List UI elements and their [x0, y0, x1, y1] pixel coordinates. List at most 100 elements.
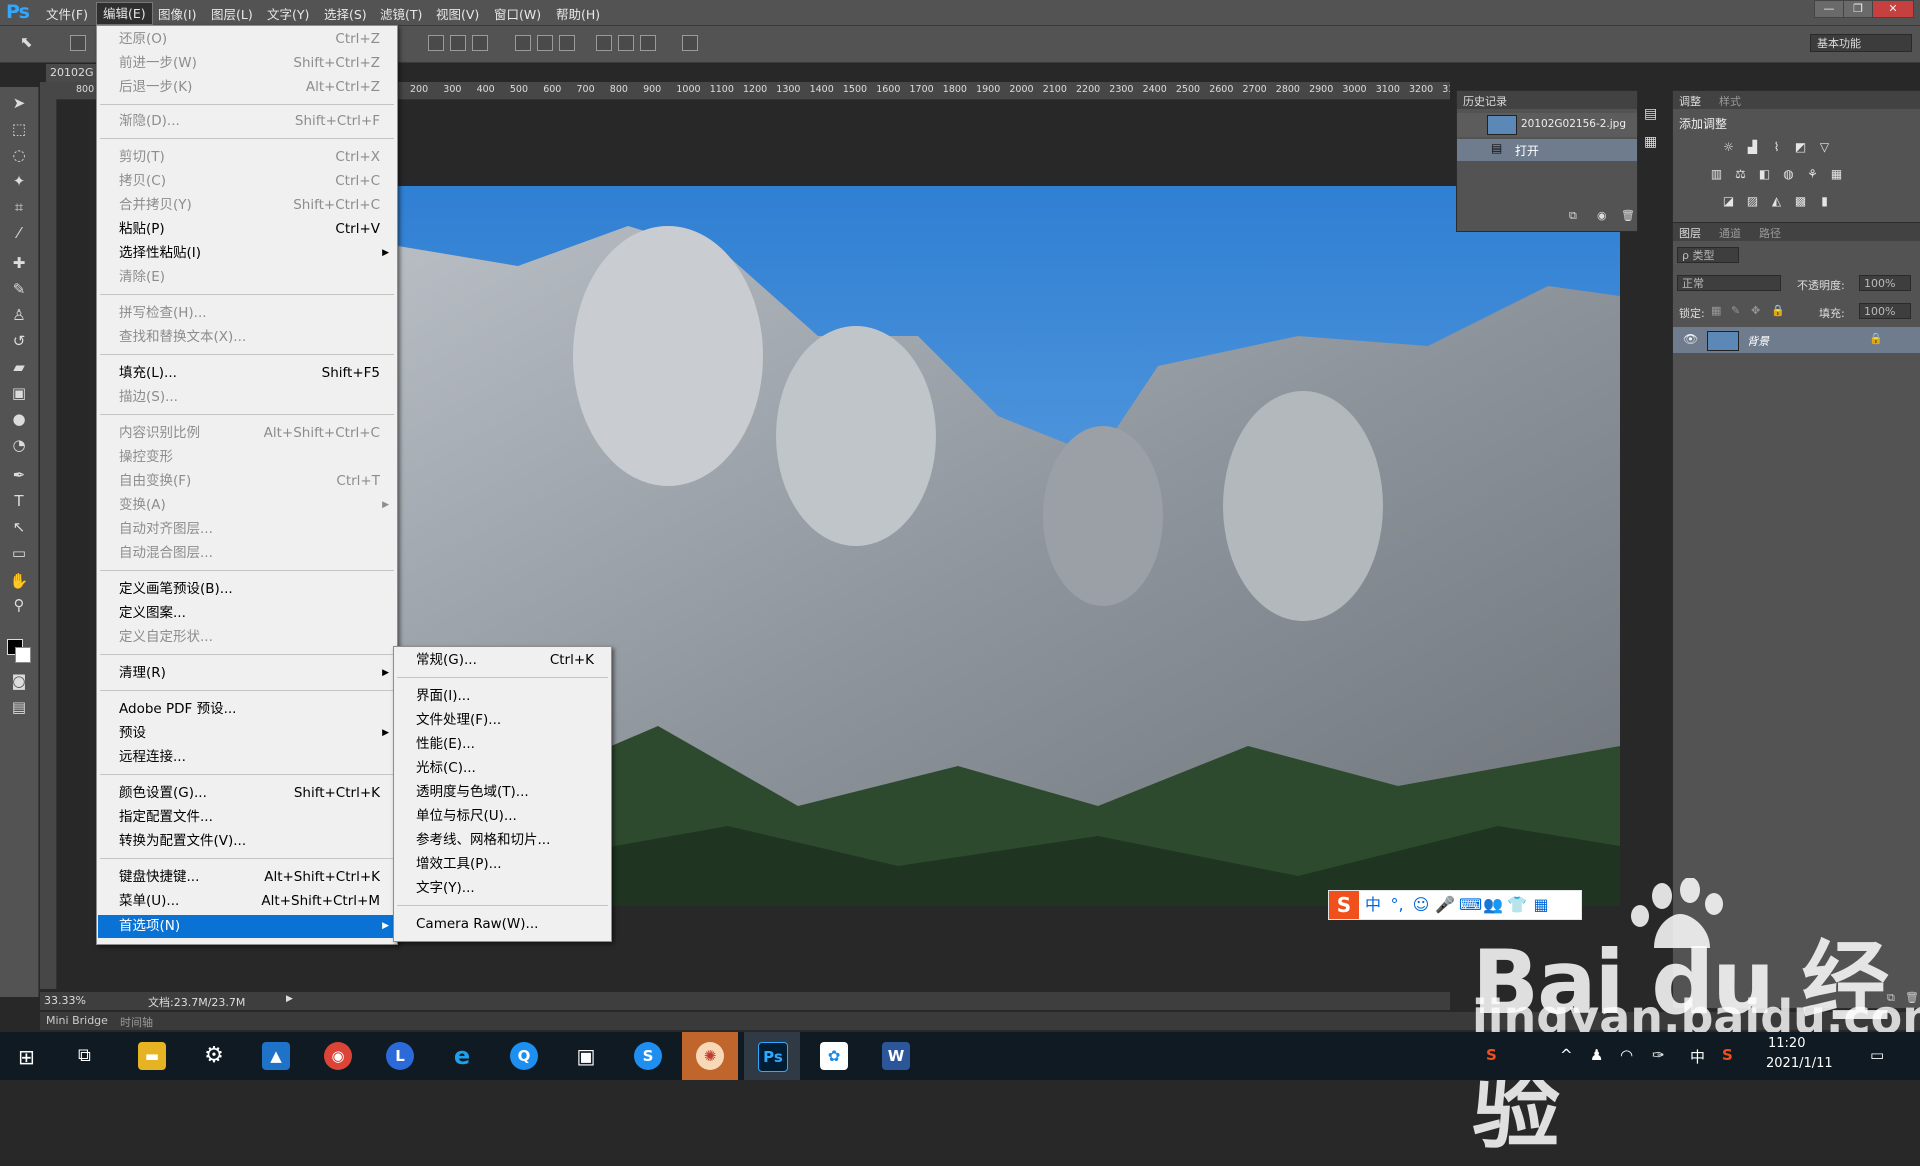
- camera-snapshot-icon[interactable]: ◉: [1597, 209, 1607, 222]
- blur-tool-icon[interactable]: ●: [9, 409, 29, 429]
- menu-item-paste-special[interactable]: 选择性粘贴(I) ▶: [98, 242, 396, 265]
- distribute-right-icon[interactable]: [640, 35, 656, 51]
- photo-filter-icon[interactable]: ◍: [1781, 168, 1796, 181]
- workspace-select[interactable]: 基本功能: [1810, 34, 1912, 52]
- clock-time[interactable]: 11:20: [1768, 1036, 1805, 1051]
- taskbar-app-settings[interactable]: ⚙: [186, 1032, 242, 1080]
- taskbar-app-ie[interactable]: e: [434, 1032, 490, 1080]
- menu-item-copy-merged[interactable]: 合并拷贝(Y) Shift+Ctrl+C: [98, 194, 396, 217]
- taskbar-app-explorer[interactable]: ▬: [124, 1032, 180, 1080]
- move-tool-icon[interactable]: ⬉: [20, 33, 33, 51]
- menu-filter[interactable]: 滤镜(T): [380, 4, 422, 23]
- menu-window[interactable]: 窗口(W): [494, 4, 541, 23]
- lock-all-icon[interactable]: 🔒: [1771, 304, 1785, 317]
- eyedropper-icon[interactable]: ⁄: [9, 223, 29, 243]
- posterize-icon[interactable]: ▨: [1745, 195, 1760, 208]
- tab-paths[interactable]: 路径: [1759, 225, 1781, 241]
- pref-item-cursors[interactable]: 光标(C)...: [395, 757, 610, 780]
- color-balance-icon[interactable]: ⚖: [1733, 168, 1748, 181]
- levels-icon[interactable]: ▟: [1745, 141, 1760, 154]
- sogou-ime-tray-icon[interactable]: S: [1722, 1046, 1733, 1064]
- menu-item-auto-align-layers[interactable]: 自动对齐图层...: [98, 518, 396, 541]
- blend-mode-select[interactable]: 正常: [1677, 275, 1781, 291]
- menu-item-preferences[interactable]: 首选项(N) ▶: [98, 915, 396, 938]
- taskbar-app-chrome[interactable]: ◉: [310, 1032, 366, 1080]
- brightness-contrast-icon[interactable]: ☼: [1721, 141, 1736, 154]
- distribute-top-icon[interactable]: [515, 35, 531, 51]
- exposure-icon[interactable]: ◩: [1793, 141, 1808, 154]
- history-brush-icon[interactable]: ↺: [9, 331, 29, 351]
- menu-item-convert-profile[interactable]: 转换为配置文件(V)...: [98, 830, 396, 853]
- actions-side-icon[interactable]: ▦: [1644, 134, 1657, 150]
- menu-item-assign-profile[interactable]: 指定配置文件...: [98, 806, 396, 829]
- minimize-button[interactable]: —: [1814, 0, 1844, 18]
- crop-tool-icon[interactable]: ⌗: [9, 197, 29, 217]
- pref-item-camera-raw[interactable]: Camera Raw(W)...: [395, 913, 610, 936]
- history-panel-title[interactable]: 历史记录: [1463, 93, 1507, 109]
- menu-item-free-transform[interactable]: 自由变换(F) Ctrl+T: [98, 470, 396, 493]
- threshold-icon[interactable]: ◭: [1769, 195, 1784, 208]
- eraser-icon[interactable]: ▰: [9, 357, 29, 377]
- menu-item-auto-blend-layers[interactable]: 自动混合图层...: [98, 542, 396, 565]
- zoom-level[interactable]: 33.33%: [44, 994, 86, 1007]
- restore-button[interactable]: ❐: [1843, 0, 1873, 18]
- pref-item-guides-grid[interactable]: 参考线、网格和切片...: [395, 829, 610, 852]
- quick-mask-icon[interactable]: ◙: [9, 671, 29, 691]
- pref-item-type[interactable]: 文字(Y)...: [395, 877, 610, 900]
- menu-item-color-settings[interactable]: 颜色设置(G)... Shift+Ctrl+K: [98, 782, 396, 805]
- hand-tool-icon[interactable]: ✋: [9, 571, 29, 591]
- marquee-tool-icon[interactable]: ⬚: [9, 119, 29, 139]
- tab-adjustments[interactable]: 调整: [1679, 93, 1701, 109]
- notification-center-icon[interactable]: ▭: [1870, 1046, 1884, 1064]
- menu-item-puppet-warp[interactable]: 操控变形: [98, 446, 396, 469]
- selective-color-icon[interactable]: ▩: [1793, 195, 1808, 208]
- layer-filter-select[interactable]: ρ 类型: [1677, 247, 1739, 263]
- menu-item-copy[interactable]: 拷贝(C) Ctrl+C: [98, 170, 396, 193]
- taskbar-app-meeting[interactable]: ✿: [806, 1032, 862, 1080]
- menu-item-find-replace[interactable]: 查找和替换文本(X)...: [98, 326, 396, 349]
- pen-tray-icon[interactable]: ✑: [1652, 1046, 1665, 1064]
- ime-punctuation-icon[interactable]: °,: [1387, 895, 1407, 915]
- color-lookup-icon[interactable]: ▦: [1829, 168, 1844, 181]
- tab-mini-bridge[interactable]: Mini Bridge: [46, 1014, 108, 1027]
- channel-mixer-icon[interactable]: ⚘: [1805, 168, 1820, 181]
- invert-icon[interactable]: ◪: [1721, 195, 1736, 208]
- menu-item-pdf-presets[interactable]: Adobe PDF 预设...: [98, 698, 396, 721]
- menu-layer[interactable]: 图层(L): [211, 4, 253, 23]
- menu-select[interactable]: 选择(S): [324, 4, 367, 23]
- ime-mode-chinese[interactable]: 中: [1363, 895, 1383, 915]
- tab-channels[interactable]: 通道: [1719, 225, 1741, 241]
- tray-language[interactable]: 中: [1690, 1046, 1705, 1067]
- pref-item-file-handling[interactable]: 文件处理(F)...: [395, 709, 610, 732]
- pref-item-transparency-gamut[interactable]: 透明度与色域(T)...: [395, 781, 610, 804]
- taskbar-app-photos[interactable]: ▲: [248, 1032, 304, 1080]
- taskbar-app-badge[interactable]: ✺: [682, 1032, 738, 1080]
- menu-edit[interactable]: 编辑(E): [96, 2, 153, 25]
- move-tool-icon[interactable]: ➤: [9, 93, 29, 113]
- taskbar-app-search[interactable]: Q: [496, 1032, 552, 1080]
- background-color-swatch[interactable]: [15, 647, 31, 663]
- auto-select-checkbox[interactable]: [70, 35, 86, 51]
- lock-pixels-icon[interactable]: ✎: [1731, 304, 1740, 317]
- type-tool-icon[interactable]: T: [9, 491, 29, 511]
- dodge-tool-icon[interactable]: ◔: [9, 435, 29, 455]
- black-white-icon[interactable]: ◧: [1757, 168, 1772, 181]
- healing-brush-icon[interactable]: ✚: [9, 253, 29, 273]
- menu-file[interactable]: 文件(F): [46, 4, 88, 23]
- layer-visibility-eye-icon[interactable]: 👁: [1683, 332, 1698, 346]
- pref-item-general[interactable]: 常规(G)... Ctrl+K: [395, 649, 610, 672]
- menu-item-undo[interactable]: 还原(O) Ctrl+Z: [98, 28, 396, 51]
- sogou-tray-icon[interactable]: S: [1486, 1046, 1497, 1064]
- hue-saturation-icon[interactable]: ▥: [1709, 168, 1724, 181]
- clock-date[interactable]: 2021/1/11: [1766, 1056, 1833, 1071]
- zoom-tool-icon[interactable]: ⚲: [9, 595, 29, 615]
- path-select-icon[interactable]: ↖: [9, 517, 29, 537]
- menu-item-paste[interactable]: 粘贴(P) Ctrl+V: [98, 218, 396, 241]
- sogou-logo-icon[interactable]: S: [1329, 891, 1359, 919]
- magic-wand-icon[interactable]: ✦: [9, 171, 29, 191]
- gradient-tool-icon[interactable]: ▣: [9, 383, 29, 403]
- menu-item-fade[interactable]: 渐隐(D)... Shift+Ctrl+F: [98, 110, 396, 133]
- menu-item-spell-check[interactable]: 拼写检查(H)...: [98, 302, 396, 325]
- align-top-icon[interactable]: [428, 35, 444, 51]
- curves-icon[interactable]: ⌇: [1769, 141, 1784, 154]
